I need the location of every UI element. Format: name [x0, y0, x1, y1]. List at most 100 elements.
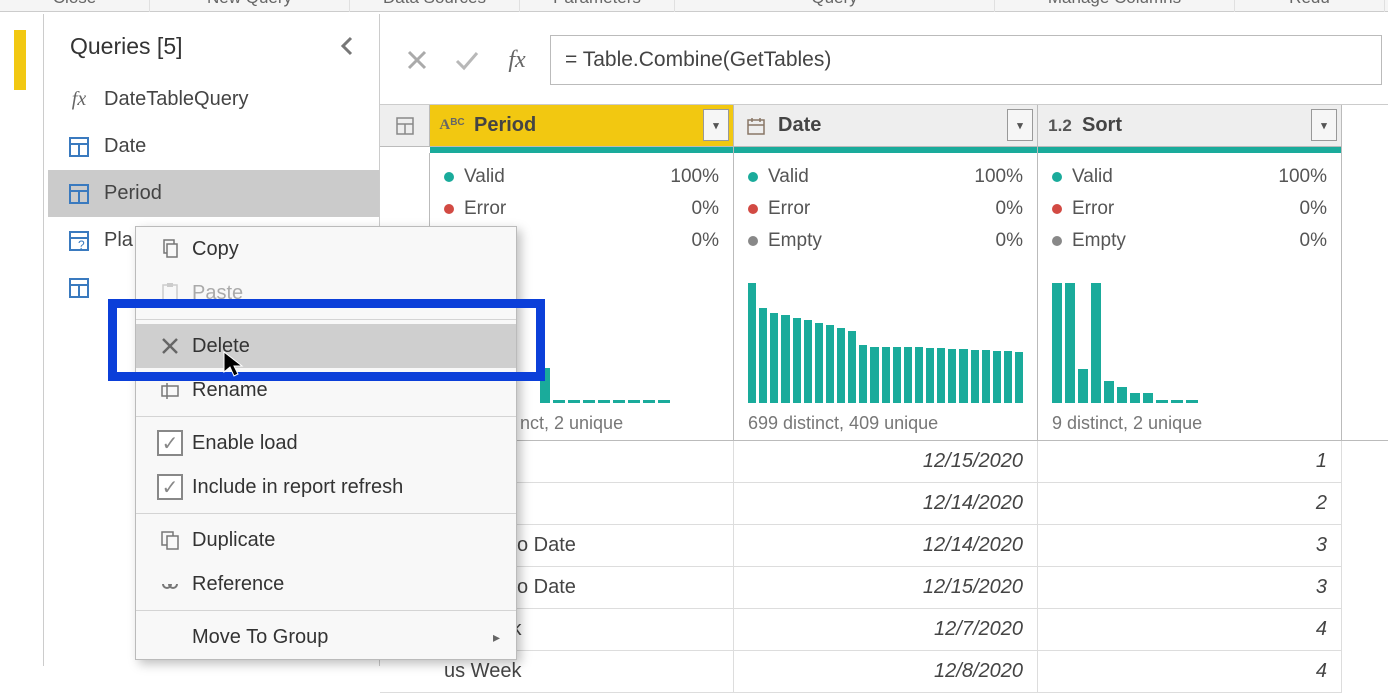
fx-icon[interactable]: fx: [492, 35, 542, 85]
svg-text:?: ?: [78, 238, 85, 251]
column-quality: Valid100% Error0% pty0% Valid100% Error0…: [380, 153, 1388, 265]
column-filter-dropdown-icon[interactable]: ▾: [1311, 109, 1337, 141]
main-area: fx = Table.Combine(GetTables) ABC Period…: [380, 14, 1388, 666]
table-row[interactable]: day12/14/20202: [380, 483, 1388, 525]
menu-label: Rename: [192, 379, 268, 402]
data-rows: 12/15/20201day12/14/20202t Week to Date1…: [380, 441, 1388, 693]
distinct-caption: 9 distinct, 2 unique: [1052, 413, 1327, 434]
table-icon: [68, 136, 90, 158]
cell-date[interactable]: 12/14/2020: [734, 525, 1038, 567]
table-row[interactable]: t Week to Date12/15/20203: [380, 567, 1388, 609]
column-header-date[interactable]: Date ▾: [734, 105, 1038, 147]
dot-error-icon: [1052, 204, 1062, 214]
formula-input[interactable]: = Table.Combine(GetTables): [550, 35, 1382, 85]
formula-text: = Table.Combine(GetTables): [565, 48, 831, 72]
cancel-formula-icon[interactable]: [392, 35, 442, 85]
menu-reference[interactable]: Reference: [136, 562, 516, 606]
formula-bar: fx = Table.Combine(GetTables): [380, 14, 1388, 92]
table-row[interactable]: t Week to Date12/14/20203: [380, 525, 1388, 567]
menu-separator: [136, 610, 516, 611]
duplicate-icon: [148, 530, 192, 550]
cell-date[interactable]: 12/15/2020: [734, 567, 1038, 609]
menu-rename[interactable]: Rename: [136, 368, 516, 412]
query-datetablequery[interactable]: fx DateTableQuery: [48, 76, 379, 123]
column-header-sort[interactable]: 1.2 Sort ▾: [1038, 105, 1342, 147]
query-label: Period: [104, 182, 162, 205]
cell-date[interactable]: 12/15/2020: [734, 441, 1038, 483]
column-name: Sort: [1082, 114, 1122, 137]
quality-date: Valid100% Error0% Empty0%: [734, 153, 1038, 265]
menu-paste: Paste: [136, 271, 516, 315]
menu-label: Copy: [192, 238, 239, 261]
ribbon-group-manage-columns[interactable]: Manage Columns: [995, 0, 1235, 12]
ribbon-group-query[interactable]: Query: [675, 0, 995, 12]
left-collapse-bar[interactable]: [14, 14, 44, 666]
cell-sort[interactable]: 4: [1038, 651, 1342, 693]
collapse-queries-icon[interactable]: [331, 32, 363, 60]
column-name: Date: [778, 114, 821, 137]
cell-date[interactable]: 12/7/2020: [734, 609, 1038, 651]
quality-sort: Valid100% Error0% Empty0%: [1038, 153, 1342, 265]
query-date[interactable]: Date: [48, 123, 379, 170]
table-icon: [68, 183, 90, 205]
menu-label: Paste: [192, 282, 243, 305]
column-filter-dropdown-icon[interactable]: ▾: [1007, 109, 1033, 141]
menu-label: Duplicate: [192, 529, 275, 552]
query-period[interactable]: Period: [48, 170, 379, 217]
context-menu: Copy Paste Delete Rename ✓ Enable load ✓…: [135, 226, 517, 660]
dot-empty-icon: [748, 236, 758, 246]
menu-include-refresh[interactable]: ✓ Include in report refresh: [136, 465, 516, 509]
ribbon-group-data-sources[interactable]: Data Sources: [350, 0, 520, 12]
table-row[interactable]: 12/15/20201: [380, 441, 1388, 483]
menu-copy[interactable]: Copy: [136, 227, 516, 271]
copy-icon: [148, 239, 192, 259]
menu-label: Reference: [192, 573, 284, 596]
rename-icon: [148, 380, 192, 400]
cell-sort[interactable]: 1: [1038, 441, 1342, 483]
query-label: Pla: [104, 229, 133, 252]
checkbox-checked-icon: ✓: [148, 474, 192, 500]
cell-sort[interactable]: 3: [1038, 525, 1342, 567]
ribbon-group-reduce[interactable]: Redu: [1235, 0, 1385, 12]
distinct-caption: 699 distinct, 409 unique: [748, 413, 1023, 434]
table-row[interactable]: us Week12/7/20204: [380, 609, 1388, 651]
ribbon-group-parameters[interactable]: Parameters: [520, 0, 675, 12]
column-header-period[interactable]: ABC Period ▾: [430, 105, 734, 147]
checkbox-checked-icon: ✓: [148, 430, 192, 456]
dist-chart-sort[interactable]: 9 distinct, 2 unique: [1038, 265, 1342, 440]
commit-formula-icon[interactable]: [442, 35, 492, 85]
query-label: Date: [104, 135, 146, 158]
table-row[interactable]: us Week12/8/20204: [380, 651, 1388, 693]
ribbon-group-close[interactable]: Close: [0, 0, 150, 12]
menu-move-to-group[interactable]: Move To Group: [136, 615, 516, 659]
cell-date[interactable]: 12/8/2020: [734, 651, 1038, 693]
cell-sort[interactable]: 4: [1038, 609, 1342, 651]
dot-valid-icon: [748, 172, 758, 182]
delete-icon: [148, 337, 192, 355]
menu-separator: [136, 513, 516, 514]
dot-error-icon: [444, 204, 454, 214]
queries-title: Queries [5]: [70, 33, 183, 60]
ribbon-group-new-query[interactable]: New Query: [150, 0, 350, 12]
row-header-corner[interactable]: [380, 105, 430, 147]
cell-sort[interactable]: 3: [1038, 567, 1342, 609]
cell-date[interactable]: 12/14/2020: [734, 483, 1038, 525]
ribbon: Close New Query Data Sources Parameters …: [0, 0, 1388, 12]
type-date-icon: [742, 117, 770, 135]
function-icon: fx: [68, 89, 90, 111]
dist-chart-date[interactable]: 699 distinct, 409 unique: [734, 265, 1038, 440]
cell-sort[interactable]: 2: [1038, 483, 1342, 525]
menu-enable-load[interactable]: ✓ Enable load: [136, 421, 516, 465]
menu-delete[interactable]: Delete: [136, 324, 516, 368]
table-query-icon: ?: [68, 230, 90, 252]
menu-separator: [136, 416, 516, 417]
dot-empty-icon: [1052, 236, 1062, 246]
column-filter-dropdown-icon[interactable]: ▾: [703, 109, 729, 141]
query-label: DateTableQuery: [104, 88, 249, 111]
menu-label: Delete: [192, 335, 250, 358]
type-decimal-icon: 1.2: [1046, 116, 1074, 136]
dot-valid-icon: [1052, 172, 1062, 182]
menu-separator: [136, 319, 516, 320]
menu-duplicate[interactable]: Duplicate: [136, 518, 516, 562]
table-icon: [68, 277, 90, 299]
